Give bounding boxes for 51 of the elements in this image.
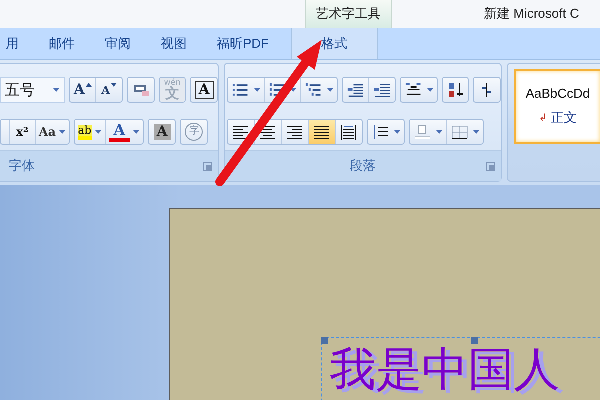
resize-handle[interactable] <box>321 337 328 344</box>
align-left-icon <box>231 124 251 140</box>
window-title: 新建 Microsoft C <box>484 5 580 23</box>
borders-icon <box>450 124 470 140</box>
font-size-field[interactable]: 五号 <box>0 77 66 103</box>
shrink-font-button[interactable]: A <box>96 78 122 102</box>
wordart-frame[interactable]: 我是中国人 <box>321 337 600 400</box>
font-color-button[interactable]: A <box>106 120 144 144</box>
ribbon-tab[interactable]: 用 <box>6 28 19 59</box>
caret-icon <box>436 130 443 134</box>
resize-handle[interactable] <box>471 337 478 344</box>
decrease-indent-icon <box>346 82 366 98</box>
numbering-icon <box>268 82 288 98</box>
line-spacing-icon <box>371 124 391 140</box>
paragraph-mark: ↲ <box>539 112 547 124</box>
ribbon-tab[interactable]: 格式 <box>291 28 378 59</box>
shading-icon <box>413 124 433 140</box>
wordart-text: 我是中国人 <box>330 342 560 396</box>
ribbon-tab[interactable]: 邮件 <box>49 28 75 59</box>
ribbon-tab[interactable]: 审阅 <box>105 28 131 59</box>
style-sample: AaBbCcDd <box>526 86 590 101</box>
caret-icon <box>394 130 401 134</box>
caret-icon <box>473 130 480 134</box>
align-center-icon <box>258 124 278 140</box>
ribbon-tab[interactable]: 视图 <box>161 28 187 59</box>
caret-icon <box>426 88 434 92</box>
distribute-icon <box>339 124 359 140</box>
style-card[interactable]: AaBbCcDd ↲ 正文 <box>514 69 600 144</box>
caret-icon <box>59 130 66 134</box>
caret-icon <box>94 130 102 134</box>
caret-icon <box>53 88 60 92</box>
caret-icon <box>326 88 334 92</box>
caret-icon <box>290 88 298 92</box>
caret-icon <box>254 88 261 92</box>
down-triangle-icon <box>111 83 118 87</box>
justify-button[interactable] <box>309 120 336 144</box>
align-right-icon <box>285 124 305 140</box>
grow-font-button[interactable]: A <box>70 78 96 102</box>
style-name: 正文 <box>551 109 577 127</box>
highlight-button[interactable]: ab <box>75 120 106 144</box>
justify-icon <box>312 124 332 140</box>
superscript-button[interactable]: x² <box>10 120 36 144</box>
change-case-button[interactable]: Aa <box>36 120 70 144</box>
up-triangle-icon <box>86 83 92 87</box>
caret-icon <box>133 130 140 134</box>
group-label: 段落 <box>350 158 376 175</box>
ribbon-tab[interactable]: 福昕PDF <box>217 28 269 59</box>
increase-indent-icon <box>372 82 392 98</box>
character-shading-button[interactable]: A <box>149 120 176 144</box>
group-label: 字体 <box>9 158 35 175</box>
contextual-tab-header: 艺术字工具 <box>305 0 392 28</box>
